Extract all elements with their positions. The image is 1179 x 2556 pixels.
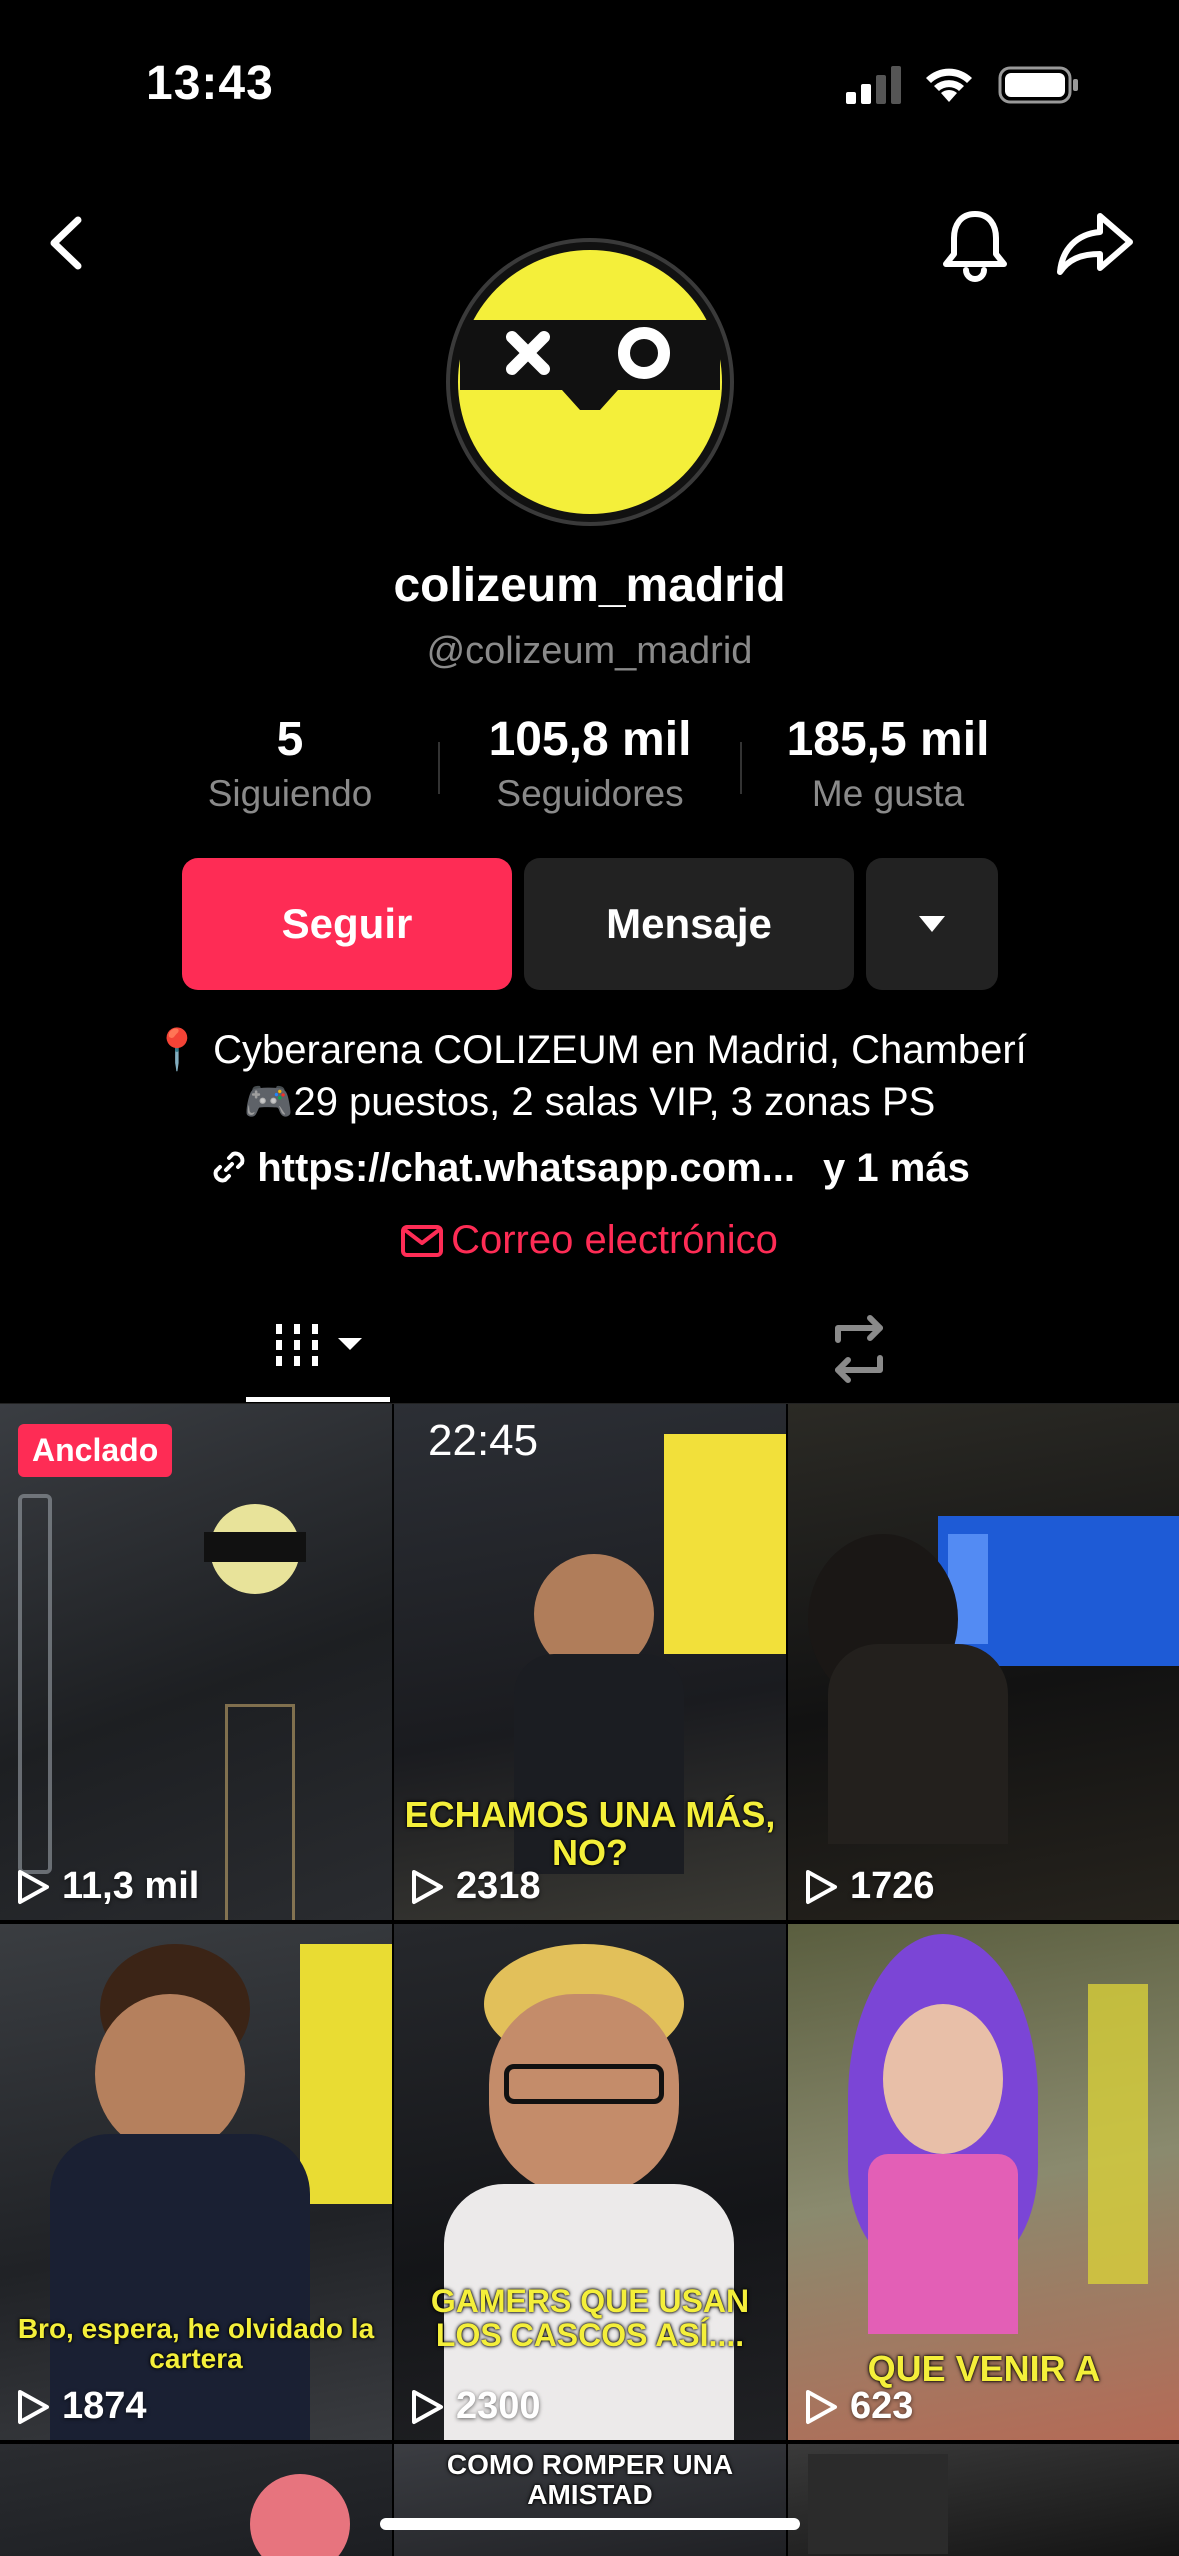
play-icon <box>18 1869 49 1904</box>
view-count: 2300 <box>410 2385 541 2428</box>
profile-stats: 5 Siguiendo 105,8 mil Seguidores 185,5 m… <box>0 712 1179 822</box>
play-icon <box>412 1869 443 1904</box>
repost-icon <box>835 1315 883 1383</box>
view-count: 623 <box>804 2385 913 2428</box>
view-count: 11,3 mil <box>16 1865 199 1908</box>
back-arrow-icon[interactable] <box>40 208 96 278</box>
video-thumbnail[interactable] <box>788 2444 1179 2556</box>
home-indicator[interactable] <box>380 2518 800 2530</box>
play-icon <box>412 2389 443 2424</box>
email-label[interactable]: Correo electrónico <box>451 1218 778 1262</box>
view-count-value: 2318 <box>456 1865 541 1907</box>
suggested-accounts-button[interactable] <box>866 858 998 990</box>
stat-following-value: 5 <box>276 713 304 766</box>
video-caption: COMO ROMPER UNA AMISTAD <box>446 2449 734 2510</box>
view-count-value: 2300 <box>456 2385 541 2427</box>
view-count-value: 1726 <box>850 1865 935 1907</box>
video-thumbnail[interactable]: Bro, espera, he olvidado la cartera 1874 <box>0 1924 392 2440</box>
video-thumbnail[interactable]: 1726 <box>788 1404 1179 1920</box>
play-icon <box>806 2389 837 2424</box>
video-thumbnail[interactable]: 22:45 ECHAMOS UNA MÁS, NO? 2318 <box>394 1404 786 1920</box>
stat-followers-label: Seguidores <box>496 773 684 814</box>
stat-followers-value: 105,8 mil <box>488 713 692 766</box>
view-count-value: 11,3 mil <box>62 1865 200 1907</box>
signal-icon <box>846 66 901 104</box>
video-caption: Bro, espera, he olvidado la cartera <box>17 2313 375 2374</box>
status-bar: 13:43 <box>0 0 1179 170</box>
video-overlay-time: 22:45 <box>428 1416 539 1465</box>
follow-button[interactable]: Seguir <box>182 858 512 990</box>
avatar[interactable] <box>446 238 734 526</box>
stat-following-label: Siguiendo <box>207 773 373 814</box>
view-count: 1874 <box>16 2385 147 2428</box>
message-button[interactable]: Mensaje <box>524 858 854 990</box>
view-count: 1726 <box>804 1865 935 1908</box>
bell-icon[interactable] <box>940 206 1010 282</box>
profile-name: colizeum_madrid <box>393 559 786 612</box>
stat-following[interactable]: 5 Siguiendo <box>140 712 440 815</box>
video-caption: QUE VENIR A <box>867 2348 1101 2389</box>
caret-down-icon <box>919 916 945 932</box>
battery-icon <box>998 66 1078 104</box>
email-link[interactable]: Correo electrónico <box>0 1218 1179 1263</box>
play-icon <box>806 1869 837 1904</box>
profile-handle: @colizeum_madrid <box>426 630 753 672</box>
video-thumbnail[interactable]: COMO ROMPER UNA AMISTAD <box>394 2444 786 2556</box>
view-count-value: 623 <box>850 2385 914 2427</box>
video-thumbnail[interactable]: QUE VENIR A 623 <box>788 1924 1179 2440</box>
link-icon <box>213 1151 245 1183</box>
bio-link[interactable]: https://chat.whatsapp.com... y 1 más <box>0 1146 1179 1191</box>
video-thumbnail[interactable] <box>0 2444 392 2556</box>
bio-link-url[interactable]: https://chat.whatsapp.com... <box>257 1146 795 1190</box>
share-icon[interactable] <box>1054 210 1136 276</box>
tab-reposts[interactable] <box>810 1294 910 1402</box>
content-tabs <box>0 1294 1179 1404</box>
bio-line: 📍 Cyberarena COLIZEUM en Madrid, Chamber… <box>152 1028 1027 1072</box>
stat-followers[interactable]: 105,8 mil Seguidores <box>440 712 740 815</box>
view-count-value: 1874 <box>62 2385 147 2427</box>
tab-videos[interactable] <box>246 1294 390 1402</box>
video-caption: ECHAMOS UNA MÁS, NO? <box>404 1794 776 1873</box>
grid-icon <box>276 1324 362 1366</box>
stat-likes-value: 185,5 mil <box>786 713 990 766</box>
status-time: 13:43 <box>146 57 274 110</box>
video-thumbnail[interactable]: GAMERS QUE USAN LOS CASCOS ASÍ.... 2300 <box>394 1924 786 2440</box>
pinned-badge: Anclado <box>18 1424 173 1477</box>
play-icon <box>18 2389 49 2424</box>
video-thumbnail[interactable]: Anclado 11,3 mil <box>0 1404 392 1920</box>
bio-link-more[interactable]: y 1 más <box>823 1146 970 1190</box>
video-caption: GAMERS QUE USAN LOS CASCOS ASÍ.... <box>430 2283 750 2353</box>
stat-likes[interactable]: 185,5 mil Me gusta <box>738 712 1038 815</box>
colizeum-logo <box>458 250 722 514</box>
mail-icon <box>401 1225 444 1257</box>
stat-likes-label: Me gusta <box>811 773 965 814</box>
view-count: 2318 <box>410 1865 541 1908</box>
wifi-icon <box>926 68 972 102</box>
bio-line: 🎮29 puestos, 2 salas VIP, 3 zonas PS <box>243 1080 936 1124</box>
